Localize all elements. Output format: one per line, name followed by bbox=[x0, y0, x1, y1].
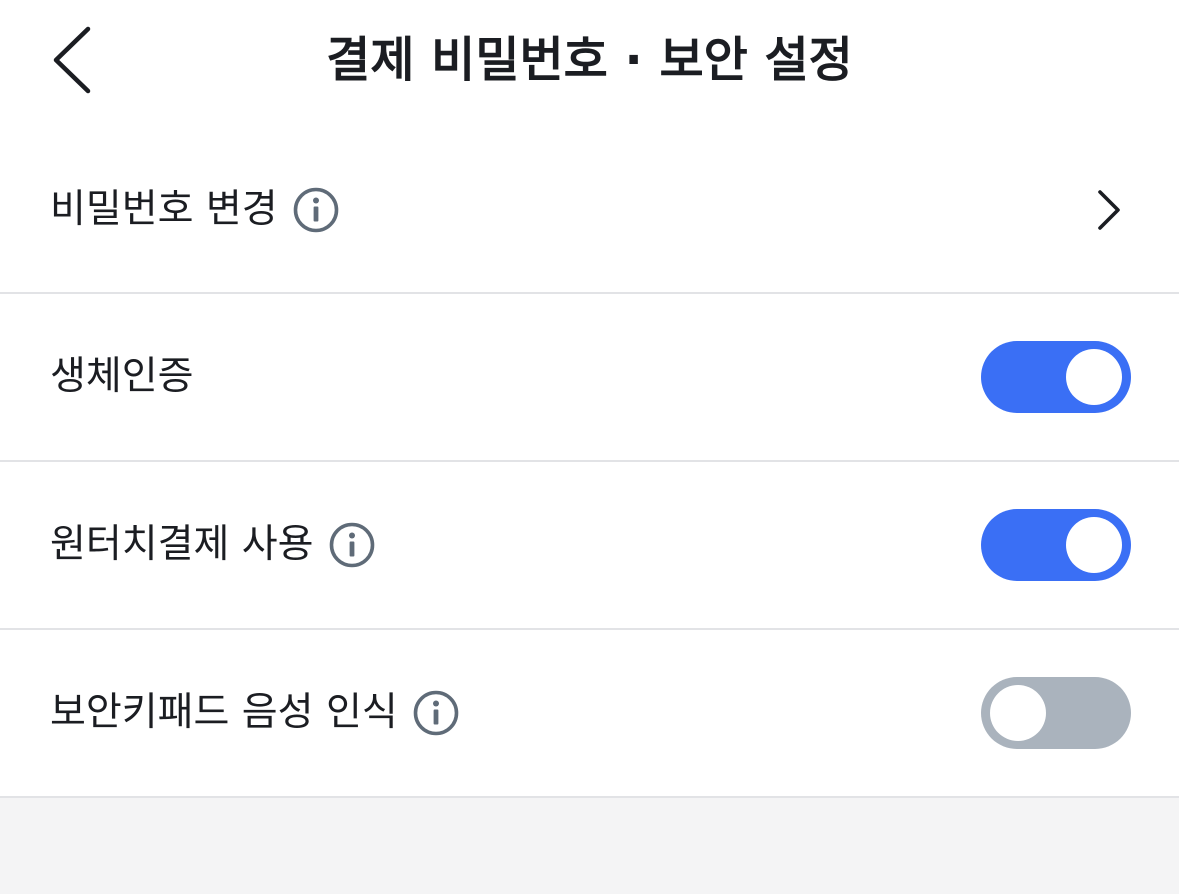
row-label-group: 원터치결제 사용 bbox=[50, 462, 376, 628]
toggle-knob bbox=[1066, 349, 1122, 405]
row-label: 원터치결제 사용 bbox=[50, 522, 314, 567]
security-settings-screen: 결제 비밀번호 · 보안 설정 비밀번호 변경 생체인증 원터치결제 사용 보안… bbox=[0, 0, 1179, 894]
biometric-toggle[interactable] bbox=[981, 341, 1131, 413]
settings-row-biometric: 생체인증 bbox=[0, 294, 1179, 462]
settings-row-one-touch-payment: 원터치결제 사용 bbox=[0, 462, 1179, 630]
chevron-left-icon bbox=[53, 26, 91, 94]
one-touch-payment-toggle[interactable] bbox=[981, 509, 1131, 581]
row-label-group: 생체인증 bbox=[50, 294, 194, 460]
info-icon[interactable] bbox=[292, 186, 340, 234]
row-label-group: 보안키패드 음성 인식 bbox=[50, 630, 460, 796]
toggle-knob bbox=[990, 685, 1046, 741]
keypad-voice-toggle[interactable] bbox=[981, 677, 1131, 749]
info-icon[interactable] bbox=[412, 689, 460, 737]
settings-row-change-password[interactable]: 비밀번호 변경 bbox=[0, 128, 1179, 294]
chevron-right-icon[interactable] bbox=[1091, 186, 1127, 234]
info-icon[interactable] bbox=[328, 521, 376, 569]
back-button[interactable] bbox=[34, 18, 110, 102]
row-label: 보안키패드 음성 인식 bbox=[50, 690, 398, 735]
row-label-group: 비밀번호 변경 bbox=[50, 128, 340, 292]
top-bar: 결제 비밀번호 · 보안 설정 bbox=[0, 0, 1179, 128]
page-title: 결제 비밀번호 · 보안 설정 bbox=[326, 32, 853, 88]
settings-list: 비밀번호 변경 생체인증 원터치결제 사용 보안키패드 음성 인식 bbox=[0, 128, 1179, 798]
settings-row-keypad-voice: 보안키패드 음성 인식 bbox=[0, 630, 1179, 798]
toggle-knob bbox=[1066, 517, 1122, 573]
row-label: 비밀번호 변경 bbox=[50, 187, 278, 232]
empty-background-area bbox=[0, 798, 1179, 894]
row-label: 생체인증 bbox=[50, 354, 194, 399]
